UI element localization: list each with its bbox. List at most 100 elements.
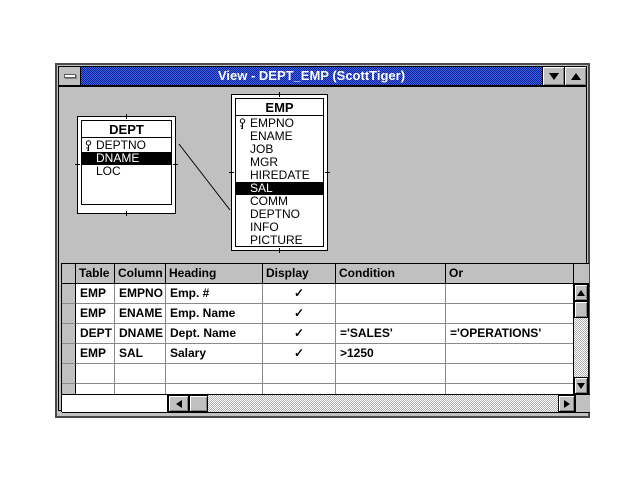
row-selector[interactable] — [62, 304, 76, 324]
left-arrow-icon — [176, 400, 182, 408]
up-arrow-icon — [577, 290, 585, 296]
field-info[interactable]: INFO — [236, 221, 323, 234]
header-column: Column — [115, 264, 166, 284]
cell-display-check[interactable]: ✓ — [263, 304, 336, 324]
field-label: DEPTNO — [250, 208, 300, 221]
grid-row: EMP ENAME Emp. Name ✓ — [62, 304, 575, 324]
control-menu-icon — [64, 74, 76, 78]
entity-emp[interactable]: EMP EMPNO ENAME JOB MGR HIREDATE SAL COM… — [231, 94, 328, 251]
field-hiredate[interactable]: HIREDATE — [236, 169, 323, 182]
cell-display-check[interactable]: ✓ — [263, 324, 336, 344]
window-title: View - DEPT_EMP (ScottTiger) — [218, 67, 405, 85]
header-display: Display — [263, 264, 336, 284]
field-label: EMPNO — [250, 117, 294, 130]
field-deptno[interactable]: DEPTNO — [82, 139, 171, 152]
field-label: DEPTNO — [96, 139, 146, 152]
horizontal-scroll-thumb[interactable] — [189, 395, 208, 412]
cell-heading[interactable]: Dept. Name — [166, 324, 263, 344]
vertical-scroll-track[interactable] — [574, 318, 588, 377]
cell-heading[interactable]: Emp. # — [166, 284, 263, 304]
field-label: LOC — [96, 165, 121, 178]
row-selector[interactable] — [62, 364, 76, 384]
field-label: COMM — [250, 195, 288, 208]
resize-handle[interactable] — [173, 164, 178, 165]
cell-column[interactable]: EMPNO — [115, 284, 166, 304]
scroll-left-button[interactable] — [168, 395, 189, 412]
desktop: View - DEPT_EMP (ScottTiger) DEPT — [0, 0, 640, 480]
entity-dept[interactable]: DEPT DEPTNO DNAME LOC — [77, 116, 176, 214]
minimize-button[interactable] — [542, 67, 564, 85]
scroll-right-button[interactable] — [558, 395, 575, 412]
row-selector[interactable] — [62, 284, 76, 304]
entity-dept-fields: DEPTNO DNAME LOC — [81, 138, 172, 205]
grid-footer-blank — [62, 395, 168, 412]
row-selector[interactable] — [62, 324, 76, 344]
header-or: Or — [446, 264, 574, 284]
entity-dept-title[interactable]: DEPT — [81, 120, 172, 138]
vertical-scroll-thumb[interactable] — [574, 301, 588, 318]
grid-row-empty — [62, 364, 575, 384]
cell-column[interactable]: ENAME — [115, 304, 166, 324]
right-arrow-icon — [564, 400, 570, 408]
field-ename[interactable]: ENAME — [236, 130, 323, 143]
cell-or[interactable] — [446, 284, 574, 304]
field-job[interactable]: JOB — [236, 143, 323, 156]
maximize-button[interactable] — [564, 67, 586, 85]
cell-table[interactable]: DEPT — [76, 324, 115, 344]
field-loc[interactable]: LOC — [82, 165, 171, 178]
cell-or[interactable]: ='OPERATIONS' — [446, 324, 574, 344]
field-label: JOB — [250, 143, 273, 156]
cell-condition[interactable]: >1250 — [336, 344, 446, 364]
cell-table[interactable]: EMP — [76, 304, 115, 324]
scrollbar-corner — [575, 395, 590, 412]
row-selector[interactable] — [62, 344, 76, 364]
resize-handle[interactable] — [126, 114, 127, 119]
scroll-up-button[interactable] — [574, 284, 588, 301]
resize-handle[interactable] — [229, 172, 234, 173]
cell-column[interactable]: SAL — [115, 344, 166, 364]
row-selector[interactable] — [62, 384, 76, 394]
resize-handle[interactable] — [126, 211, 127, 216]
field-deptno2[interactable]: DEPTNO — [236, 208, 323, 221]
field-empno[interactable]: EMPNO — [236, 117, 323, 130]
up-arrow-icon — [571, 73, 581, 80]
grid-row: EMP SAL Salary ✓ >1250 — [62, 344, 575, 364]
cell-display-check[interactable]: ✓ — [263, 344, 336, 364]
titlebar[interactable]: View - DEPT_EMP (ScottTiger) — [81, 67, 542, 85]
horizontal-scrollbar-row — [62, 394, 590, 413]
field-sal[interactable]: SAL — [236, 182, 323, 195]
scroll-down-button[interactable] — [574, 377, 588, 394]
grid-body: EMP EMPNO Emp. # ✓ EMP ENAME Emp. Name ✓ — [62, 284, 588, 394]
cell-or[interactable] — [446, 344, 574, 364]
cell-heading[interactable]: Emp. Name — [166, 304, 263, 324]
resize-handle[interactable] — [75, 164, 80, 165]
view-window: View - DEPT_EMP (ScottTiger) DEPT — [55, 63, 590, 418]
cell-or[interactable] — [446, 304, 574, 324]
cell-condition[interactable] — [336, 284, 446, 304]
cell-condition[interactable] — [336, 304, 446, 324]
field-comm[interactable]: COMM — [236, 195, 323, 208]
field-mgr[interactable]: MGR — [236, 156, 323, 169]
cell-display-check[interactable]: ✓ — [263, 284, 336, 304]
cell-condition[interactable]: ='SALES' — [336, 324, 446, 344]
control-menu-button[interactable] — [59, 67, 81, 85]
grid-header: Table Column Heading Display Condition O… — [62, 264, 588, 284]
horizontal-scroll-track[interactable] — [208, 395, 558, 412]
resize-handle[interactable] — [279, 92, 280, 97]
field-label: MGR — [250, 156, 278, 169]
field-label: SAL — [250, 182, 273, 195]
header-selector — [62, 264, 76, 284]
field-picture[interactable]: PICTURE — [236, 234, 323, 247]
resize-handle[interactable] — [279, 248, 280, 253]
grid-row: EMP EMPNO Emp. # ✓ — [62, 284, 575, 304]
cell-column[interactable]: DNAME — [115, 324, 166, 344]
cell-table[interactable]: EMP — [76, 344, 115, 364]
vertical-scrollbar — [573, 284, 588, 394]
cell-table[interactable]: EMP — [76, 284, 115, 304]
entity-emp-title[interactable]: EMP — [235, 98, 324, 116]
resize-handle[interactable] — [325, 172, 330, 173]
grid-row-empty — [62, 384, 575, 394]
cell-heading[interactable]: Salary — [166, 344, 263, 364]
criteria-grid: Table Column Heading Display Condition O… — [61, 263, 589, 412]
field-dname[interactable]: DNAME — [82, 152, 171, 165]
